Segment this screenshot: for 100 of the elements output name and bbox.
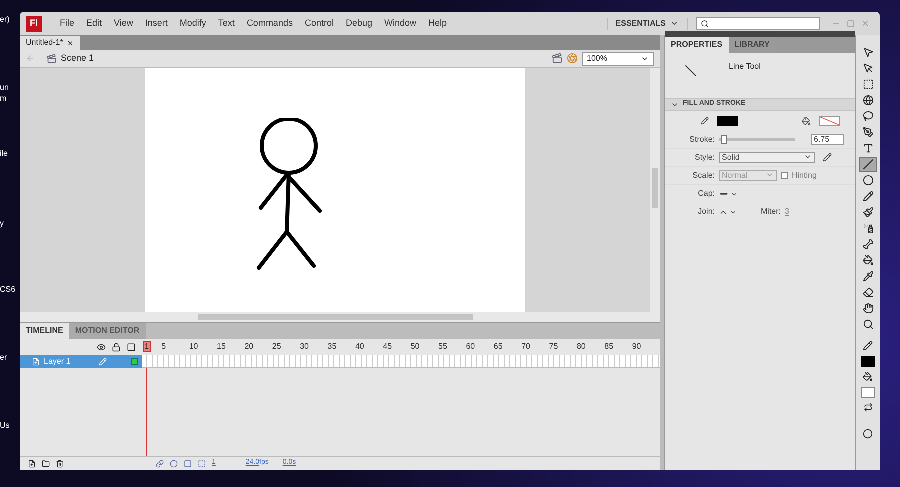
frame-number: 45 [383, 341, 394, 353]
fill-color-icon [863, 372, 873, 382]
menu-item[interactable]: Help [422, 16, 454, 30]
delete-icon[interactable] [56, 460, 64, 468]
frame-number: 85 [604, 341, 615, 353]
stroke-slider[interactable] [719, 135, 795, 144]
frame-number: 20 [244, 341, 255, 353]
menu-item[interactable]: Window [378, 16, 423, 30]
tool-icon [862, 47, 874, 58]
miter-label: Miter: [761, 206, 781, 218]
menu-item[interactable]: Modify [174, 16, 212, 30]
fill-color-swatch[interactable] [819, 116, 840, 126]
frame-number: 70 [522, 341, 532, 353]
frame-number: 25 [272, 341, 282, 353]
menu-item[interactable]: Text [212, 16, 241, 30]
desktop-icon-label[interactable]: m [0, 93, 7, 105]
tool-icon [862, 191, 874, 202]
workspace-switcher[interactable]: ESSENTIALS [606, 18, 688, 30]
fill-color-swatch[interactable] [861, 387, 875, 398]
menu-item[interactable]: Debug [340, 16, 378, 30]
stroke-slider-thumb[interactable] [721, 135, 728, 144]
menu-item[interactable]: File [54, 16, 81, 30]
search-field[interactable] [696, 17, 820, 30]
eye-icon[interactable] [96, 342, 106, 352]
desktop-icon-label[interactable]: CS6 [0, 284, 16, 296]
caret-icon [670, 19, 679, 28]
layer-icon [32, 358, 40, 366]
pencil-icon [99, 358, 107, 366]
frame-number: 75 [549, 341, 560, 353]
tool-icon [862, 223, 874, 234]
tool-icon [862, 111, 874, 122]
frame-number: 10 [189, 341, 200, 353]
stroke-color-swatch[interactable] [717, 116, 738, 126]
stroke-label: Stroke: [688, 134, 715, 146]
caret-icon [731, 190, 738, 198]
desktop-icon-label[interactable]: er) [0, 14, 10, 26]
search-icon [701, 20, 709, 28]
frame-number: 80 [576, 341, 587, 353]
desktop-icon-label[interactable]: un [0, 82, 9, 94]
edit-style-icon[interactable] [823, 153, 832, 162]
playhead-marker[interactable]: 1 [142, 341, 152, 352]
desktop-icon-label[interactable]: Us [0, 420, 10, 432]
document-tab[interactable]: Untitled-1* [20, 36, 80, 50]
join-label: Join: [697, 206, 715, 218]
horizontal-scrollbar[interactable] [20, 312, 660, 322]
tool-icon [862, 239, 874, 250]
tool-icon [862, 303, 874, 314]
frame-number: 40 [355, 341, 366, 353]
tool-icon [862, 175, 874, 186]
new-folder-icon[interactable] [42, 460, 50, 468]
outline-icon[interactable] [126, 342, 136, 352]
tool-icon [862, 271, 874, 282]
stroke-value-field[interactable]: 6.75 [811, 134, 844, 145]
search-icon [862, 319, 874, 330]
cap-label: Cap: [697, 188, 715, 200]
stroke-color-icon [863, 341, 873, 351]
scene-name[interactable]: Scene 1 [61, 52, 94, 66]
tool-icon [862, 79, 874, 90]
panel-tab[interactable]: TIMELINE [20, 323, 70, 339]
edit-scene-icon[interactable] [552, 53, 563, 64]
menu-item[interactable]: Edit [80, 16, 108, 30]
outline-color-swatch[interactable] [131, 358, 138, 365]
frame-number: 35 [328, 341, 338, 353]
desktop-icon-label[interactable]: ile [0, 148, 8, 160]
fill-color-icon [802, 116, 811, 126]
tool-icon [862, 95, 874, 106]
stroke-color-swatch[interactable] [861, 356, 875, 367]
style-label: Style: [694, 152, 715, 164]
tool-icon [862, 143, 874, 154]
vertical-scrollbar[interactable] [650, 68, 660, 312]
panel-tab[interactable]: PROPERTIES [665, 37, 729, 53]
desktop-icon-label[interactable]: y [0, 218, 4, 230]
menu-item[interactable]: Control [298, 16, 340, 30]
app-logo: Fl [26, 16, 42, 32]
stroke-color-icon [701, 117, 709, 125]
menu-item[interactable]: Insert [139, 16, 174, 30]
line-tool-icon [685, 65, 697, 77]
style-dropdown[interactable]: Solid [719, 152, 815, 163]
frame-number: 5 [162, 341, 168, 353]
frame-number: 15 [217, 341, 227, 353]
caret-icon [804, 153, 812, 161]
hinting-label: Hinting [792, 170, 817, 182]
tool-icon [862, 207, 874, 218]
zoom-dropdown[interactable]: 100% [582, 52, 654, 66]
tool-icon [862, 255, 874, 266]
desktop-icon-label[interactable]: er [0, 352, 8, 364]
frame-number: 65 [494, 341, 504, 353]
frame-number: 50 [410, 341, 421, 353]
menu-item[interactable]: View [108, 16, 140, 30]
frame-number: 55 [438, 341, 448, 353]
hinting-checkbox[interactable] [781, 172, 788, 179]
swap-colors-icon[interactable] [864, 403, 872, 412]
new-layer-icon[interactable] [28, 460, 36, 468]
tool-name: Line Tool [729, 61, 761, 73]
close-icon[interactable] [67, 40, 74, 46]
frame-number: 90 [632, 341, 642, 353]
lock-icon[interactable] [112, 342, 121, 352]
menu-item[interactable]: Commands [240, 16, 299, 30]
frame-number: 30 [300, 341, 310, 353]
tool-icon [862, 287, 874, 298]
